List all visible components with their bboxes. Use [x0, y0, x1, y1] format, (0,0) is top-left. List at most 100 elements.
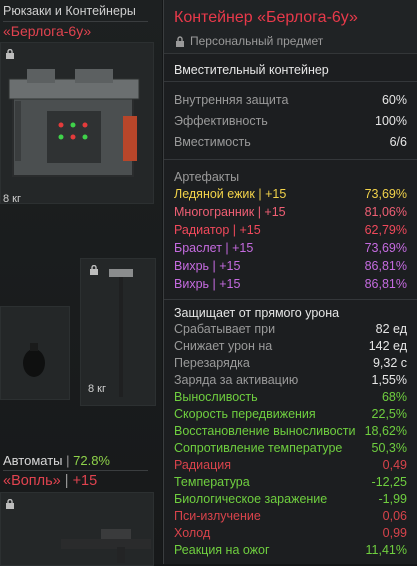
artifact-row: Радиатор | +15 62,79%	[174, 222, 407, 238]
category-percent: 72.8%	[73, 453, 110, 468]
effect-row: Сопротивление температуре 50,3%	[174, 440, 407, 456]
effect-label: Выносливость	[174, 390, 258, 404]
inventory-slot-rifle[interactable]	[0, 492, 154, 566]
stats-section: Внутренняя защита 60% Эффективность 100% В…	[164, 82, 417, 160]
artifact-row: Браслет | +15 73,69%	[174, 240, 407, 256]
effect-label: Восстановление выносливости	[174, 424, 356, 438]
stat-value: 100%	[375, 114, 407, 128]
artifact-label: Ледяной ежик | +15	[174, 187, 287, 201]
effect-label: Биологическое заражение	[174, 492, 328, 506]
section-title: Артефакты	[174, 170, 240, 184]
artifacts-title: Артефакты	[174, 169, 407, 185]
container-image	[8, 69, 140, 177]
artifact-row: Вихрь | +15 86,81%	[174, 258, 407, 274]
tooltip-subtitle: Персональный предмет	[190, 34, 324, 48]
effect-label: Пси-излучение	[174, 509, 261, 523]
effect-value: 22,5%	[371, 407, 407, 421]
artifact-label: Радиатор | +15	[174, 223, 261, 237]
artifact-label: Вихрь | +15	[174, 259, 241, 273]
stat-row: Внутренняя защита 60%	[174, 92, 407, 108]
artifact-value: 62,79%	[364, 223, 407, 237]
artifact-row: Ледяной ежик | +15 73,69%	[174, 186, 407, 202]
category-name: Автоматы	[3, 453, 63, 468]
item-weight: 8 кг	[88, 383, 106, 395]
protect-title: Защищает от прямого урона	[174, 305, 407, 321]
item-name-container: «Берлога-6у»	[3, 23, 92, 39]
effect-row: Биологическое заражение -1,99	[174, 491, 407, 507]
artifact-value: 73,69%	[364, 241, 407, 255]
artifact-value: 86,81%	[364, 259, 407, 273]
effect-label: Реакция на ожог	[174, 543, 270, 557]
effect-row: Реакция на ожог 11,41%	[174, 542, 407, 558]
effect-value: -1,99	[378, 492, 408, 506]
grenade-image	[23, 343, 45, 377]
property-label: Заряда за активацию	[174, 373, 299, 387]
hammer-image	[109, 269, 133, 397]
lock-icon	[176, 36, 184, 47]
artifact-label: Браслет | +15	[174, 241, 254, 255]
stat-label: Вместимость	[174, 135, 251, 149]
effect-label: Радиация	[174, 458, 232, 472]
property-value: 1,55%	[371, 373, 407, 387]
effect-row: Пси-излучение 0,06	[174, 508, 407, 524]
artifact-row: Вихрь | +15 86,81%	[174, 276, 407, 292]
category-title-backpacks: Рюкзаки и Контейнеры	[3, 4, 136, 18]
effect-value: 0,49	[382, 458, 407, 472]
lock-icon	[90, 265, 98, 275]
property-row: Перезарядка 9,32 с	[174, 355, 407, 371]
stat-row: Вместимость 6/6	[174, 134, 407, 150]
stat-label: Внутренняя защита	[174, 93, 289, 107]
tooltip-title: Контейнер «Берлога-6у»	[174, 9, 358, 26]
property-label: Срабатывает при	[174, 322, 276, 336]
property-label: Перезарядка	[174, 356, 250, 370]
effect-row: Холод 0,99	[174, 525, 407, 541]
item-weight: 8 кг	[3, 193, 21, 205]
effect-value: 18,62%	[364, 424, 407, 438]
artifact-value: 86,81%	[364, 277, 407, 291]
item-name-rifle: «Вопль» | +15	[3, 473, 97, 489]
section-title: Защищает от прямого урона	[174, 306, 340, 320]
lock-icon	[6, 49, 14, 59]
effect-row: Радиация 0,49	[174, 457, 407, 473]
effect-value: 0,06	[382, 509, 407, 523]
inventory-slot-grenade[interactable]	[0, 306, 70, 400]
effect-row: Скорость передвижения 22,5%	[174, 406, 407, 422]
inventory-slot-container[interactable]: 8 кг	[0, 42, 154, 205]
effect-value: 11,41%	[365, 543, 407, 557]
effect-label: Холод	[174, 526, 211, 540]
artifact-row: Многогранник | +15 81,06%	[174, 204, 407, 220]
description: Вместительный контейнер	[174, 62, 407, 78]
artifact-label: Многогранник | +15	[174, 205, 286, 219]
effect-row: Выносливость 68%	[174, 389, 407, 405]
rifle-bonus: +15	[72, 473, 98, 489]
effect-row: Восстановление выносливости 18,62%	[174, 423, 407, 439]
property-row: Снижает урон на 142 ед	[174, 338, 407, 354]
effect-value: 0,99	[382, 526, 407, 540]
divider	[3, 21, 148, 22]
effect-label: Скорость передвижения	[174, 407, 316, 421]
property-row: Срабатывает при 82 ед	[174, 321, 407, 337]
effect-label: Температура	[174, 475, 250, 489]
artifact-value: 81,06%	[364, 205, 407, 219]
separator: |	[60, 473, 73, 489]
rifle-image	[61, 529, 151, 563]
artifact-value: 73,69%	[364, 187, 407, 201]
artifact-label: Вихрь | +15	[174, 277, 241, 291]
tooltip-header: Контейнер «Берлога-6у» Персональный пред…	[164, 0, 417, 54]
effect-value: -12,25	[371, 475, 407, 489]
description-text: Вместительный контейнер	[174, 63, 329, 77]
inventory-slot-hammer[interactable]: 8 кг	[80, 258, 156, 406]
property-label: Снижает урон на	[174, 339, 273, 353]
properties-section: Защищает от прямого урона Срабатывает пр…	[164, 300, 417, 564]
category-title-rifles: Автоматы | 72.8%	[3, 453, 110, 468]
stat-value: 6/6	[389, 135, 407, 149]
rifle-name: «Вопль»	[3, 473, 61, 489]
property-value: 82 ед	[375, 322, 407, 336]
property-row: Заряда за активацию 1,55%	[174, 372, 407, 388]
effect-value: 68%	[381, 390, 407, 404]
property-value: 142 ед	[368, 339, 407, 353]
lock-icon	[6, 499, 14, 509]
item-tooltip: Контейнер «Берлога-6у» Персональный пред…	[163, 0, 417, 564]
stat-row: Эффективность 100%	[174, 113, 407, 129]
effect-value: 50,3%	[371, 441, 407, 455]
